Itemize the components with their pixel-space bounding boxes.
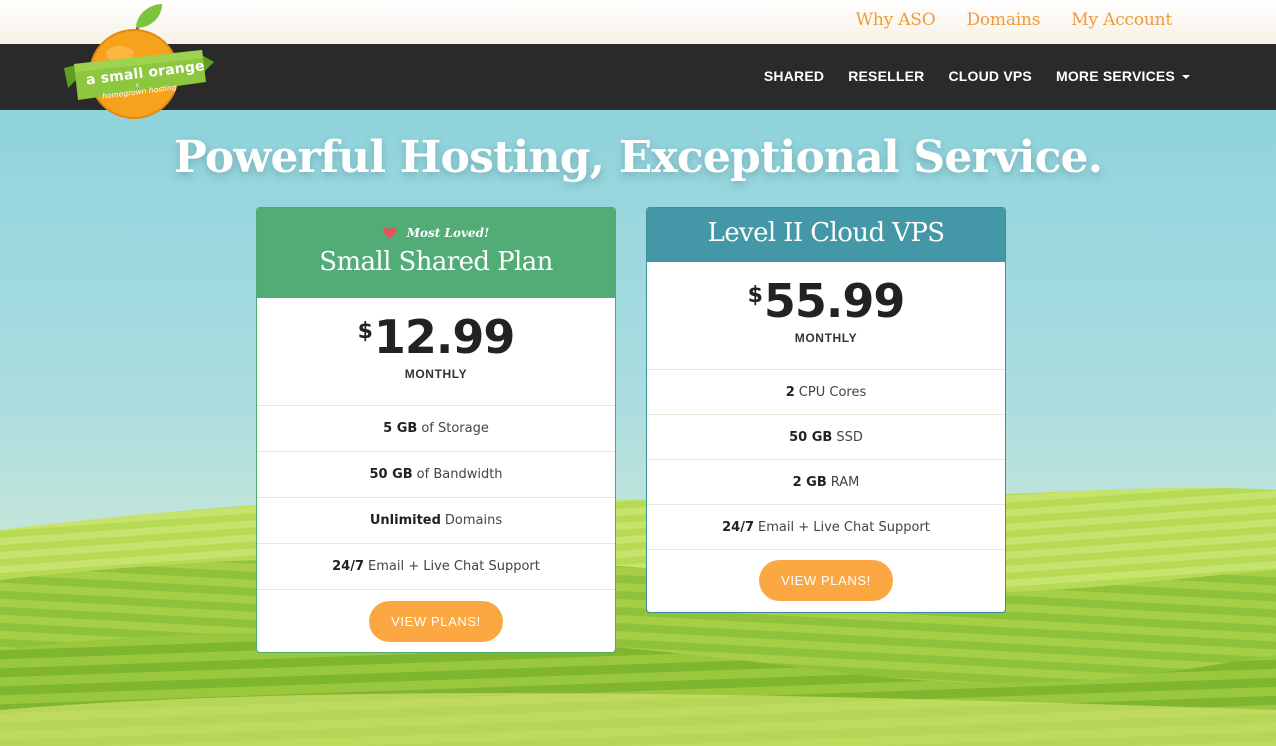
feature-label: SSD xyxy=(836,429,863,445)
vps-plan-card: Level II Cloud VPS $ 55.99 MONTHLY 2 CPU … xyxy=(646,207,1006,613)
feature-value: 2 GB xyxy=(792,474,827,490)
most-loved-label: Most Loved! xyxy=(406,226,490,240)
nav-more-services-label: MORE SERVICES xyxy=(1055,68,1175,84)
my-account-link[interactable]: My Account xyxy=(1071,10,1172,30)
vps-feature-ram: 2 GB RAM xyxy=(647,459,1005,504)
feature-value: 24/7 xyxy=(332,559,365,574)
vps-plan-header: Level II Cloud VPS xyxy=(647,208,1005,262)
shared-feature-domains: Unlimited Domains xyxy=(257,497,615,543)
nav-reseller-label: RESELLER xyxy=(848,68,925,84)
vps-plan-title: Level II Cloud VPS xyxy=(707,218,946,248)
shared-plan-card: Most Loved! Small Shared Plan $ 12.99 MO… xyxy=(256,207,616,653)
vps-price-block: $ 55.99 MONTHLY xyxy=(647,262,1005,369)
caret-down-icon xyxy=(1182,75,1190,79)
domains-link[interactable]: Domains xyxy=(966,10,1040,30)
nav-cloud-vps-label: CLOUD VPS xyxy=(948,68,1032,84)
shared-feature-storage: 5 GB of Storage xyxy=(257,405,615,451)
feature-label: of Storage xyxy=(421,421,489,436)
orange-logo-icon: a small orange a homegrown hosting xyxy=(64,4,214,119)
hero: Powerful Hosting, Exceptional Service. M… xyxy=(0,110,1276,746)
shared-price-value: 12.99 xyxy=(373,310,516,364)
hills-background xyxy=(0,487,1276,746)
vps-feature-support: 24/7 Email + Live Chat Support xyxy=(647,504,1005,549)
utility-links: Why ASO Domains My Account xyxy=(856,10,1173,30)
feature-label: Email + Live Chat Support xyxy=(368,559,540,574)
shared-feature-bandwidth: 50 GB of Bandwidth xyxy=(257,451,615,497)
nav-shared-label: SHARED xyxy=(763,68,825,84)
heart-icon xyxy=(383,227,397,239)
feature-value: 2 xyxy=(785,384,795,400)
feature-label: Email + Live Chat Support xyxy=(758,519,930,535)
hero-headline: Powerful Hosting, Exceptional Service. xyxy=(173,132,1103,183)
vps-feature-cpu: 2 CPU Cores xyxy=(647,369,1005,414)
feature-label: Domains xyxy=(444,513,503,528)
nav-cloud-vps[interactable]: CLOUD VPS xyxy=(948,68,1031,84)
vps-price: $ 55.99 xyxy=(747,274,906,328)
vps-button-row: VIEW PLANS! xyxy=(647,549,1005,611)
feature-value: Unlimited xyxy=(369,513,441,528)
vps-currency: $ xyxy=(747,283,763,308)
nav-more-services[interactable]: MORE SERVICES xyxy=(1056,68,1190,84)
vps-period: MONTHLY xyxy=(794,331,858,345)
most-loved-badge: Most Loved! xyxy=(257,208,615,242)
shared-period: MONTHLY xyxy=(404,367,468,381)
feature-label: RAM xyxy=(830,474,860,490)
shared-view-plans-button[interactable]: VIEW PLANS! xyxy=(369,601,503,642)
shared-plan-header: Most Loved! Small Shared Plan xyxy=(257,208,615,298)
vps-view-plans-button[interactable]: VIEW PLANS! xyxy=(759,560,893,601)
shared-feature-support: 24/7 Email + Live Chat Support xyxy=(257,543,615,589)
vps-feature-ssd: 50 GB SSD xyxy=(647,414,1005,459)
main-nav: SHARED RESELLER CLOUD VPS MORE SERVICES xyxy=(764,68,1190,84)
nav-shared[interactable]: SHARED xyxy=(764,68,824,84)
why-aso-link[interactable]: Why ASO xyxy=(856,10,936,30)
shared-button-row: VIEW PLANS! xyxy=(257,589,615,652)
feature-value: 50 GB xyxy=(369,467,413,482)
feature-label: of Bandwidth xyxy=(416,467,503,482)
shared-currency: $ xyxy=(357,319,373,344)
nav-reseller[interactable]: RESELLER xyxy=(848,68,924,84)
feature-value: 24/7 xyxy=(722,519,755,535)
vps-price-value: 55.99 xyxy=(763,274,906,328)
feature-value: 5 GB xyxy=(383,421,418,436)
shared-plan-title: Small Shared Plan xyxy=(319,247,553,277)
shared-price: $ 12.99 xyxy=(357,310,516,364)
leaf-icon xyxy=(136,4,162,28)
logo[interactable]: a small orange a homegrown hosting xyxy=(62,2,217,122)
feature-label: CPU Cores xyxy=(798,384,867,400)
shared-price-block: $ 12.99 MONTHLY xyxy=(257,298,615,405)
feature-value: 50 GB xyxy=(789,429,833,445)
